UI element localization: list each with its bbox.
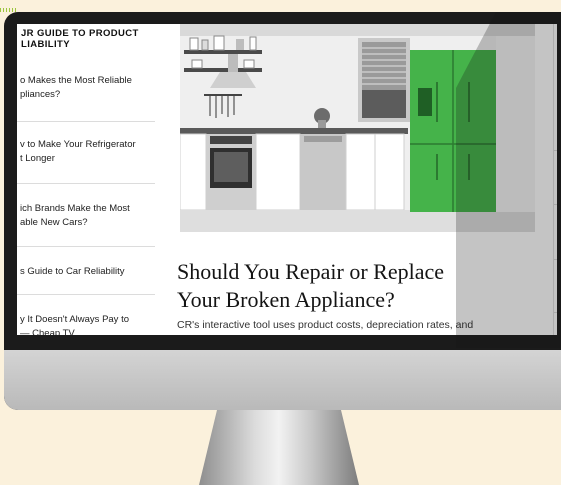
sidebar-link-reliable-cars[interactable]: ich Brands Make the Most able New Cars? <box>20 202 152 230</box>
sidebar-link-line2: pliances? <box>20 89 61 100</box>
sidebar-link-line2: able New Cars? <box>20 217 88 228</box>
sidebar-divider <box>17 121 155 122</box>
sidebar-link-reliable-appliances[interactable]: o Makes the Most Reliable pliances? <box>20 74 152 102</box>
sidebar-link-line1: v to Make Your Refrigerator <box>20 139 136 150</box>
sidebar-divider <box>17 183 155 184</box>
decorative-stripe <box>0 8 16 12</box>
guide-sidebar: JR GUIDE TO PRODUCT LIABILITY o Makes th… <box>17 24 155 335</box>
sidebar-link-car-reliability[interactable]: s Guide to Car Reliability <box>20 265 152 279</box>
sidebar-link-line2: t Longer <box>20 153 55 164</box>
sidebar-link-refrigerator[interactable]: v to Make Your Refrigerator t Longer <box>20 138 152 166</box>
monitor-chin <box>4 350 561 410</box>
sidebar-link-line1: y It Doesn't Always Pay to <box>20 314 129 325</box>
sidebar-link-line1: s Guide to Car Reliability <box>20 266 125 277</box>
guide-title-line2: LIABILITY <box>21 39 70 50</box>
monitor: JR GUIDE TO PRODUCT LIABILITY o Makes th… <box>4 12 561 410</box>
guide-title-line1: JR GUIDE TO PRODUCT <box>21 28 139 39</box>
guide-title: JR GUIDE TO PRODUCT LIABILITY <box>21 28 153 50</box>
monitor-stand <box>199 405 359 485</box>
sidebar-link-line1: ich Brands Make the Most <box>20 203 130 214</box>
sidebar-divider <box>17 246 155 247</box>
sidebar-divider <box>17 294 155 295</box>
sidebar-link-line2: — Cheap TV <box>20 328 75 335</box>
screen-corner-shadow <box>456 12 561 348</box>
sidebar-link-line1: o Makes the Most Reliable <box>20 75 132 86</box>
sidebar-link-cheap-tv[interactable]: y It Doesn't Always Pay to — Cheap TV <box>20 313 152 335</box>
